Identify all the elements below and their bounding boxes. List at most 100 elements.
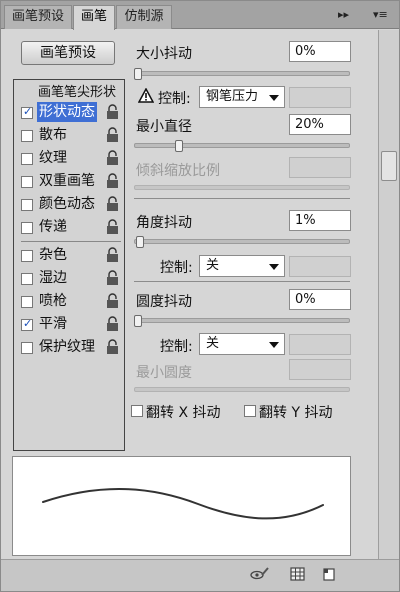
angle-jitter-input[interactable]: 1% <box>289 210 351 231</box>
checkbox[interactable] <box>21 105 33 119</box>
select-value: 关 <box>206 258 220 273</box>
min-roundness-input <box>289 359 351 380</box>
tilt-scale-slider <box>134 185 350 190</box>
panel-menu-icon[interactable]: ▾≡ <box>373 8 388 22</box>
grid-icon[interactable] <box>288 566 308 582</box>
checkbox[interactable] <box>21 273 33 285</box>
select-value: 关 <box>206 336 220 351</box>
list-item-smoothing[interactable]: 平滑 <box>14 314 124 336</box>
section-divider <box>134 198 350 199</box>
roundness-jitter-slider[interactable] <box>134 318 350 323</box>
min-roundness-label: 最小圆度 <box>136 365 192 381</box>
brush-presets-button[interactable]: 画笔预设 <box>21 41 115 65</box>
scrollbar-thumb[interactable] <box>381 151 397 181</box>
flip-y-label: 翻转 Y 抖动 <box>259 405 333 421</box>
checkbox[interactable] <box>21 342 33 354</box>
angle-jitter-slider[interactable] <box>134 239 350 244</box>
roundness-control-extra-input <box>289 334 351 355</box>
size-control-extra-input <box>289 87 351 108</box>
list-item-label: 散布 <box>39 127 67 143</box>
size-jitter-input[interactable]: 0% <box>289 41 351 62</box>
new-page-icon[interactable] <box>319 566 339 582</box>
angle-jitter-label: 角度抖动 <box>136 215 192 231</box>
chevron-down-icon <box>269 264 279 270</box>
chevron-down-icon <box>269 342 279 348</box>
list-item-protect-texture[interactable]: 保护纹理 <box>14 337 124 359</box>
lock-icon[interactable] <box>106 173 119 189</box>
checkbox[interactable] <box>21 222 33 234</box>
lock-icon[interactable] <box>106 219 119 235</box>
min-diameter-label: 最小直径 <box>136 119 192 135</box>
angle-control-extra-input <box>289 256 351 277</box>
lock-icon[interactable] <box>106 339 119 355</box>
lock-icon[interactable] <box>106 127 119 143</box>
tab-brush-presets[interactable]: 画笔预设 <box>4 5 72 29</box>
list-item-label: 平滑 <box>39 316 67 332</box>
flip-x-checkbox[interactable] <box>131 405 143 417</box>
eye-brush-icon[interactable] <box>249 566 269 582</box>
roundness-jitter-slider-thumb[interactable] <box>134 315 142 327</box>
angle-jitter-slider-thumb[interactable] <box>136 236 144 248</box>
size-control-select[interactable]: 钢笔压力 <box>199 86 285 108</box>
min-diameter-input[interactable]: 20% <box>289 114 351 135</box>
brush-panel: 画笔预设 画笔 仿制源 ▸▸ ▾≡ 画笔预设 画笔笔尖形状 形状动态 散布 纹理… <box>0 0 400 592</box>
checkbox[interactable] <box>21 176 33 188</box>
list-item-wet-edges[interactable]: 湿边 <box>14 268 124 290</box>
tilt-scale-label: 倾斜缩放比例 <box>136 163 220 179</box>
list-item-label: 杂色 <box>39 247 67 263</box>
list-item-shape-dynamics[interactable]: 形状动态 <box>14 102 124 124</box>
tab-bar: 画笔预设 画笔 仿制源 ▸▸ ▾≡ <box>1 1 399 30</box>
list-item-label: 传递 <box>39 219 67 235</box>
checkbox[interactable] <box>21 317 33 331</box>
list-item-label: 纹理 <box>39 150 67 166</box>
list-item-label: 形状动态 <box>37 102 97 122</box>
lock-icon[interactable] <box>106 293 119 309</box>
select-value: 钢笔压力 <box>206 89 259 104</box>
roundness-jitter-input[interactable]: 0% <box>289 289 351 310</box>
roundness-jitter-label: 圆度抖动 <box>136 294 192 310</box>
list-item-noise[interactable]: 杂色 <box>14 245 124 267</box>
list-item-label: 双重画笔 <box>39 173 95 189</box>
checkbox[interactable] <box>21 296 33 308</box>
list-item-texture[interactable]: 纹理 <box>14 148 124 170</box>
lock-icon[interactable] <box>106 104 119 120</box>
tab-clone-source[interactable]: 仿制源 <box>116 5 172 29</box>
chevron-down-icon <box>269 95 279 101</box>
roundness-control-label: 控制: <box>160 339 193 355</box>
checkbox[interactable] <box>21 250 33 262</box>
lock-icon[interactable] <box>106 150 119 166</box>
flip-y-checkbox[interactable] <box>244 405 256 417</box>
roundness-control-select[interactable]: 关 <box>199 333 285 355</box>
list-item-airbrush[interactable]: 喷枪 <box>14 291 124 313</box>
collapse-panel-icon[interactable]: ▸▸ <box>338 8 349 22</box>
angle-control-select[interactable]: 关 <box>199 255 285 277</box>
list-item-label: 湿边 <box>39 270 67 286</box>
list-item-dual-brush[interactable]: 双重画笔 <box>14 171 124 193</box>
lock-icon[interactable] <box>106 316 119 332</box>
min-diameter-slider[interactable] <box>134 143 350 148</box>
scrollbar[interactable] <box>378 30 399 580</box>
lock-icon[interactable] <box>106 196 119 212</box>
lock-icon[interactable] <box>106 247 119 263</box>
size-jitter-label: 大小抖动 <box>136 46 192 62</box>
stroke-preview <box>12 456 351 556</box>
list-item-color-dynamics[interactable]: 颜色动态 <box>14 194 124 216</box>
brush-tip-shape-item[interactable]: 画笔笔尖形状 <box>38 81 116 100</box>
list-item-label: 保护纹理 <box>39 339 95 355</box>
panel-footer <box>1 559 399 591</box>
tab-brush[interactable]: 画笔 <box>73 5 115 30</box>
list-item-label: 颜色动态 <box>39 196 95 212</box>
size-jitter-slider[interactable] <box>134 71 350 76</box>
list-divider <box>21 241 121 242</box>
stroke-preview-curve <box>42 488 324 520</box>
checkbox[interactable] <box>21 130 33 142</box>
flip-x-label: 翻转 X 抖动 <box>146 405 221 421</box>
checkbox[interactable] <box>21 153 33 165</box>
min-diameter-slider-thumb[interactable] <box>175 140 183 152</box>
size-jitter-slider-thumb[interactable] <box>134 68 142 80</box>
list-item-transfer[interactable]: 传递 <box>14 217 124 239</box>
checkbox[interactable] <box>21 199 33 211</box>
list-item-scattering[interactable]: 散布 <box>14 125 124 147</box>
lock-icon[interactable] <box>106 270 119 286</box>
warning-icon <box>138 88 154 103</box>
